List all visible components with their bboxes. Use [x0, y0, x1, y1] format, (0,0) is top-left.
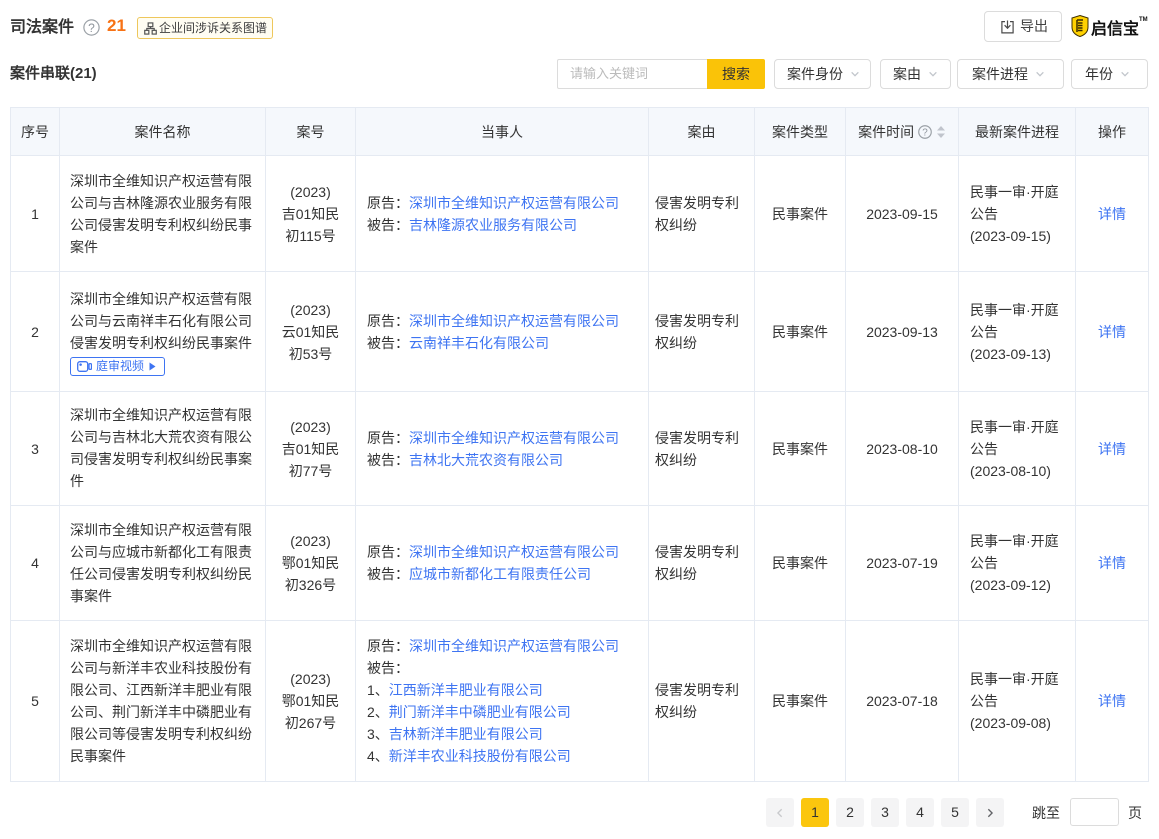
svg-text:?: ?: [88, 21, 95, 35]
svg-text:?: ?: [922, 128, 928, 139]
